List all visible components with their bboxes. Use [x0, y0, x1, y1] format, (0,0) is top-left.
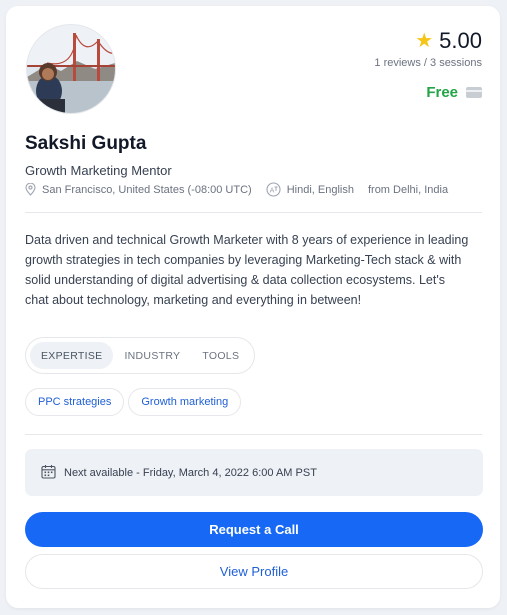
avatar-photo	[27, 25, 115, 113]
request-call-button[interactable]: Request a Call	[25, 512, 483, 547]
mentor-bio: Data driven and technical Growth Markete…	[25, 233, 469, 307]
mentor-meta: San Francisco, United States (-08:00 UTC…	[25, 182, 448, 197]
reviews-summary[interactable]: 1 reviews / 3 sessions	[374, 57, 482, 69]
mentor-card: ★ 5.00 1 reviews / 3 sessions Free Saksh…	[6, 6, 500, 608]
expertise-tabs: EXPERTISE INDUSTRY TOOLS	[25, 337, 256, 374]
view-profile-button[interactable]: View Profile	[25, 554, 483, 589]
mentor-location: San Francisco, United States (-08:00 UTC…	[42, 183, 252, 196]
svg-text:A: A	[269, 187, 274, 195]
chip-growth-marketing[interactable]: Growth marketing	[128, 388, 242, 416]
star-icon: ★	[415, 30, 434, 52]
credit-card-icon	[466, 87, 482, 98]
tab-industry[interactable]: INDUSTRY	[113, 342, 191, 369]
divider	[25, 434, 482, 435]
rating-value: 5.00	[439, 28, 482, 53]
next-available-text: Next available - Friday, March 4, 2022 6…	[64, 466, 317, 479]
divider	[25, 212, 482, 213]
avatar[interactable]	[26, 24, 116, 114]
tab-tools[interactable]: TOOLS	[191, 342, 250, 369]
mentor-languages: Hindi, English	[286, 183, 354, 196]
price-row: Free	[426, 84, 482, 101]
tab-expertise[interactable]: EXPERTISE	[30, 342, 114, 369]
mentor-name[interactable]: Sakshi Gupta	[25, 133, 146, 155]
expertise-chips: PPC strategies Growth marketing	[25, 388, 242, 416]
next-available: Next available - Friday, March 4, 2022 6…	[25, 449, 483, 496]
language-icon: A	[266, 182, 281, 197]
rating: ★ 5.00	[415, 28, 482, 54]
map-pin-icon	[25, 183, 36, 196]
mentor-title: Growth Marketing Mentor	[25, 163, 172, 178]
calendar-icon	[41, 464, 56, 482]
mentor-origin: from Delhi, India	[367, 183, 449, 196]
price-label: Free	[426, 84, 458, 101]
chip-ppc-strategies[interactable]: PPC strategies	[25, 388, 125, 416]
